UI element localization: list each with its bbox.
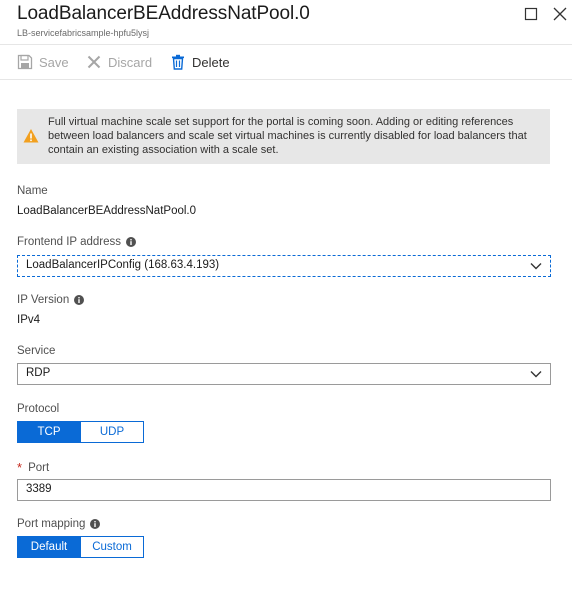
required-marker: *	[17, 460, 23, 475]
toolbar-divider	[0, 79, 572, 80]
chevron-down-icon	[530, 371, 542, 378]
discard-x-icon	[87, 55, 101, 69]
discard-button[interactable]: Discard	[86, 52, 152, 72]
save-label: Save	[39, 54, 69, 70]
delete-button[interactable]: Delete	[170, 52, 230, 72]
protocol-option-tcp[interactable]: TCP	[18, 422, 80, 442]
protocol-label-text: Protocol	[17, 403, 60, 415]
protocol-label: Protocol	[17, 403, 59, 415]
save-button[interactable]: Save	[17, 52, 69, 72]
service-selected-value: RDP	[26, 367, 51, 379]
maximize-icon	[524, 7, 538, 21]
port-input[interactable]: 3389	[17, 479, 551, 501]
name-label: Name	[17, 185, 48, 197]
port-mapping-label-text: Port mapping	[17, 518, 86, 530]
port-label-text: Port	[28, 461, 50, 474]
warning-text: Full virtual machine scale set support f…	[48, 116, 527, 156]
port-mapping-label: Port mapping	[17, 518, 101, 530]
name-value: LoadBalancerBEAddressNatPool.0	[17, 205, 197, 217]
service-select[interactable]: RDP	[17, 363, 551, 385]
command-bar: Save Discard Delete	[0, 45, 572, 79]
save-icon	[17, 54, 33, 70]
trash-icon	[172, 54, 184, 70]
frontend-ip-select[interactable]: LoadBalancerIPConfig (168.63.4.193)	[17, 255, 551, 277]
port-mapping-option-custom[interactable]: Custom	[80, 537, 143, 557]
close-button[interactable]	[551, 5, 569, 23]
blade-header: LoadBalancerBEAddressNatPool.0 LB-servic…	[0, 0, 572, 44]
ip-version-label: IP Version	[17, 294, 85, 306]
ip-version-value: IPv4	[17, 314, 41, 326]
port-input-value: 3389	[26, 483, 52, 495]
warning-banner: Full virtual machine scale set support f…	[17, 109, 550, 164]
ip-version-label-text: IP Version	[17, 294, 70, 306]
name-label-text: Name	[17, 185, 48, 197]
protocol-option-udp[interactable]: UDP	[80, 422, 143, 442]
info-icon[interactable]	[126, 237, 136, 247]
blade-subtitle: LB-servicefabricsample-hpfu5lysj	[17, 28, 150, 38]
protocol-toggle: TCP UDP	[17, 421, 144, 443]
chevron-down-icon	[530, 263, 542, 270]
maximize-button[interactable]	[522, 5, 540, 23]
frontend-ip-label: Frontend IP address	[17, 236, 136, 248]
service-label-text: Service	[17, 345, 56, 357]
service-label: Service	[17, 345, 55, 357]
close-icon	[553, 7, 567, 21]
port-mapping-option-default[interactable]: Default	[18, 537, 80, 557]
warning-triangle-icon	[23, 129, 39, 143]
port-mapping-toggle: Default Custom	[17, 536, 144, 558]
port-label: * Port	[17, 460, 49, 475]
discard-label: Discard	[108, 54, 153, 70]
info-icon[interactable]	[90, 519, 101, 529]
blade-title: LoadBalancerBEAddressNatPool.0	[17, 3, 310, 24]
frontend-ip-selected-value: LoadBalancerIPConfig (168.63.4.193)	[26, 259, 220, 271]
info-icon[interactable]	[74, 295, 85, 305]
frontend-ip-label-text: Frontend IP address	[17, 236, 121, 248]
delete-label: Delete	[192, 54, 230, 70]
